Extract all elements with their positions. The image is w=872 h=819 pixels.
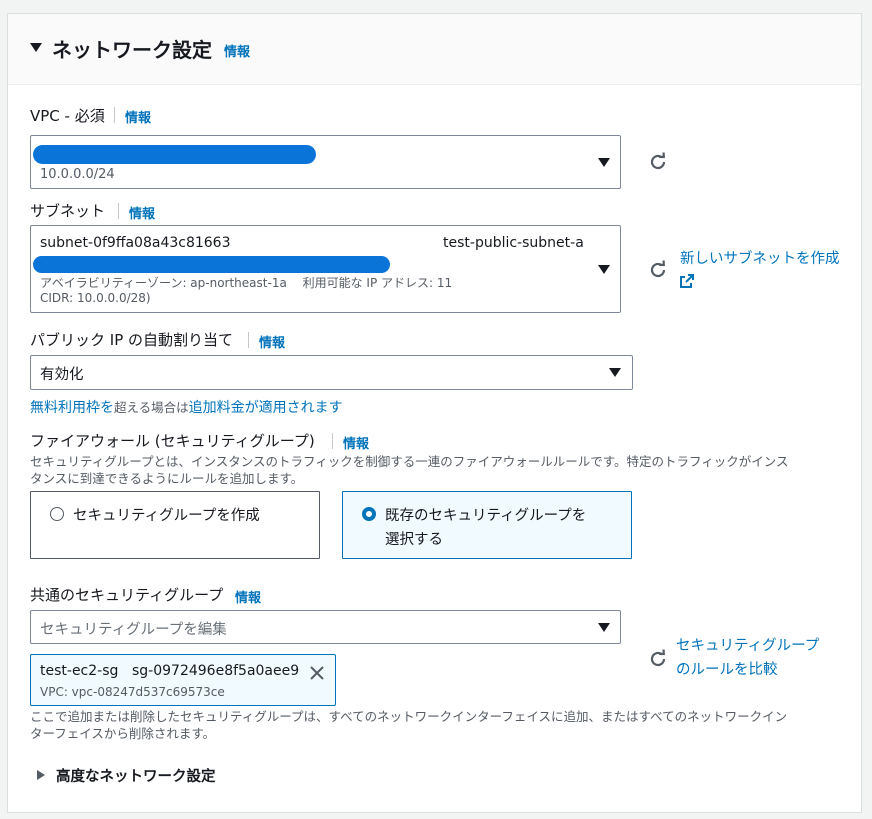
additional-charges-link[interactable]: 追加料金が適用されます xyxy=(189,400,343,416)
token-sg-id: sg-0972496e8f5a0aee9 xyxy=(132,663,300,679)
refresh-icon[interactable] xyxy=(648,649,668,669)
compare-rules-line2[interactable]: のルールを比較 xyxy=(676,658,819,682)
firewall-description: セキュリティグループとは、インスタンスのトラフィックを制御する一連のファイアウォ… xyxy=(30,453,850,487)
page-title[interactable]: ネットワーク設定 xyxy=(52,34,212,63)
option-create-sg[interactable]: セキュリティグループを作成 xyxy=(30,491,320,559)
vpc-info-link[interactable]: 情報 xyxy=(125,107,151,126)
token-sg-name: test-ec2-sg xyxy=(40,663,119,679)
common-sg-desc-line1: ここで追加または削除したセキュリティグループは、すべてのネットワークインターフェ… xyxy=(30,709,788,724)
security-group-select[interactable]: セキュリティグループを編集 xyxy=(30,610,621,644)
create-subnet-link-text[interactable]: 新しいサブネットを作成 xyxy=(680,251,840,267)
vpc-label: VPC - 必須 xyxy=(30,107,105,125)
security-group-placeholder: セキュリティグループを編集 xyxy=(40,622,227,638)
common-sg-label: 共通のセキュリティグループ xyxy=(30,586,224,604)
dropdown-arrow-icon xyxy=(598,623,610,632)
network-settings-panel: ネットワーク設定 情報 VPC - 必須 情報 10.0.0.0/24 サブネッ… xyxy=(7,13,862,813)
subnet-name: test-public-subnet-a xyxy=(443,235,584,251)
pricing-note-text: 超える場合は xyxy=(114,400,189,415)
common-sg-desc-line2: ターフェイスから削除されます。 xyxy=(30,726,216,741)
option-existing-sg[interactable]: 既存のセキュリティグループを 選択する xyxy=(342,491,632,559)
dropdown-arrow-icon xyxy=(598,158,610,167)
public-ip-label: パブリック IP の自動割り当て xyxy=(30,331,234,349)
subnet-label: サブネット xyxy=(30,202,106,220)
free-tier-link[interactable]: 無料利用枠を xyxy=(30,400,114,416)
create-subnet-link[interactable]: 新しいサブネットを作成 xyxy=(680,247,840,295)
radio-create-sg[interactable] xyxy=(50,507,64,521)
public-ip-value: 有効化 xyxy=(40,367,84,383)
token-sg-vpc: VPC: vpc-08247d537c69573ce xyxy=(40,685,225,699)
radio-existing-sg[interactable] xyxy=(362,507,376,521)
public-ip-select[interactable]: 有効化 xyxy=(30,355,633,390)
redacted-subnet-vpc xyxy=(33,256,390,273)
security-group-token: test-ec2-sg sg-0972496e8f5a0aee9 VPC: vp… xyxy=(30,654,336,706)
firewall-desc-line1: セキュリティグループとは、インスタンスのトラフィックを制御する一連のファイアウォ… xyxy=(30,454,789,469)
subnet-id: subnet-0f9ffa08a43c81663 xyxy=(40,235,231,251)
option-create-sg-label: セキュリティグループを作成 xyxy=(73,508,260,524)
dropdown-arrow-icon xyxy=(609,368,621,377)
panel-header: ネットワーク設定 情報 xyxy=(8,14,861,85)
public-ip-info-link[interactable]: 情報 xyxy=(259,332,285,351)
subnet-detail-az: アベイラビリティーゾーン: ap-northeast-1a 利用可能な IP ア… xyxy=(40,276,453,290)
option-existing-sg-line2: 選択する xyxy=(385,532,443,548)
common-sg-info-link[interactable]: 情報 xyxy=(235,587,261,606)
dropdown-arrow-icon xyxy=(598,265,610,274)
refresh-icon[interactable] xyxy=(648,260,668,280)
subnet-info-link[interactable]: 情報 xyxy=(129,203,155,222)
close-icon[interactable] xyxy=(309,665,325,681)
common-sg-description: ここで追加または削除したセキュリティグループは、すべてのネットワークインターフェ… xyxy=(30,708,850,742)
option-existing-sg-line1: 既存のセキュリティグループを xyxy=(385,508,587,524)
divider xyxy=(118,203,119,219)
external-link-icon xyxy=(680,274,694,288)
divider xyxy=(332,433,333,449)
caret-right-icon[interactable] xyxy=(37,770,45,780)
vpc-select[interactable]: 10.0.0.0/24 xyxy=(30,135,621,189)
header-info-link[interactable]: 情報 xyxy=(224,41,250,60)
caret-down-icon[interactable] xyxy=(30,43,42,52)
divider xyxy=(248,332,249,348)
option-existing-sg-label: 既存のセキュリティグループを 選択する xyxy=(385,504,586,552)
pricing-note: 無料利用枠を超える場合は追加料金が適用されます xyxy=(30,397,343,417)
redacted-vpc-name xyxy=(33,145,316,164)
subnet-detail-cidr: CIDR: 10.0.0.0/28) xyxy=(40,291,151,305)
firewall-label: ファイアウォール (セキュリティグループ) xyxy=(30,432,315,450)
subnet-select[interactable]: subnet-0f9ffa08a43c81663 test-public-sub… xyxy=(30,225,621,313)
vpc-cidr: 10.0.0.0/24 xyxy=(40,167,115,182)
compare-rules-line1[interactable]: セキュリティグループ xyxy=(676,634,819,658)
refresh-icon[interactable] xyxy=(648,152,668,172)
firewall-desc-line2: タンスに到達できるようにルールを追加します。 xyxy=(30,471,304,486)
advanced-network-settings-toggle[interactable]: 高度なネットワーク設定 xyxy=(56,765,216,786)
firewall-info-link[interactable]: 情報 xyxy=(343,433,369,452)
compare-rules-link[interactable]: セキュリティグループ のルールを比較 xyxy=(676,634,819,682)
divider xyxy=(114,107,115,123)
